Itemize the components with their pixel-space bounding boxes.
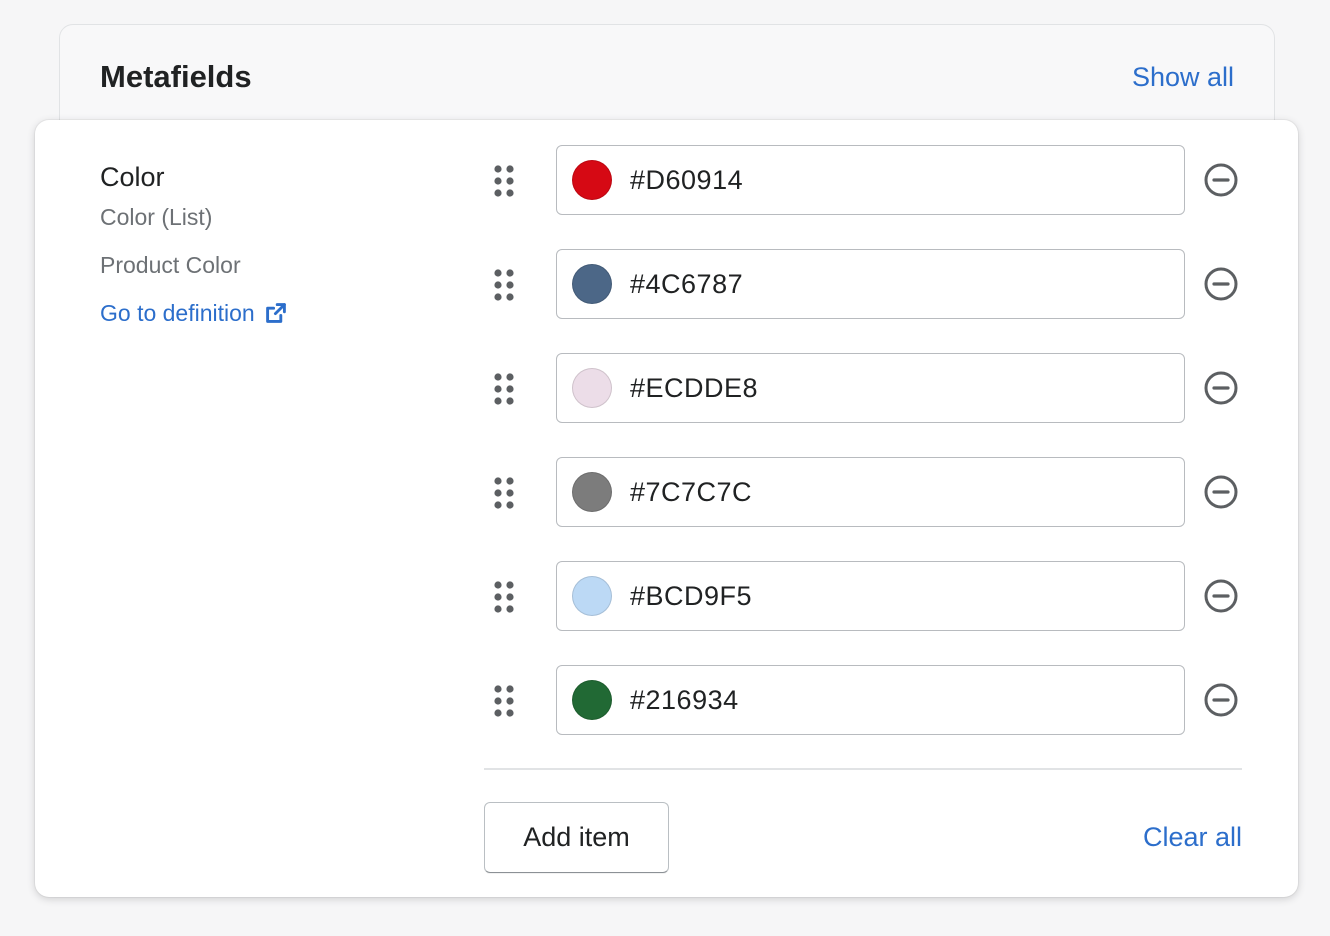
minus-circle-icon[interactable]: [1203, 162, 1239, 198]
color-list-item: #D60914: [484, 145, 1254, 217]
go-to-definition-label: Go to definition: [100, 300, 255, 326]
color-swatch[interactable]: [572, 264, 612, 304]
drag-handle-icon[interactable]: [492, 476, 516, 510]
drag-handle-icon[interactable]: [492, 268, 516, 302]
drag-handle-icon[interactable]: [492, 372, 516, 406]
minus-circle-icon[interactable]: [1203, 578, 1239, 614]
color-value-field[interactable]: #216934: [556, 665, 1185, 735]
color-swatch[interactable]: [572, 576, 612, 616]
minus-circle-icon[interactable]: [1203, 266, 1239, 302]
color-value-field[interactable]: #D60914: [556, 145, 1185, 215]
color-hex-value: #216934: [630, 684, 739, 715]
drag-handle-icon[interactable]: [492, 164, 516, 198]
color-value-field[interactable]: #7C7C7C: [556, 457, 1185, 527]
show-all-link[interactable]: Show all: [1132, 60, 1234, 94]
color-swatch[interactable]: [572, 160, 612, 200]
color-list-item: #7C7C7C: [484, 457, 1254, 529]
color-hex-value: #D60914: [630, 164, 744, 195]
minus-circle-icon[interactable]: [1203, 370, 1239, 406]
minus-circle-icon[interactable]: [1203, 682, 1239, 718]
external-link-icon: [265, 303, 286, 323]
color-swatch[interactable]: [572, 680, 612, 720]
field-name: Color: [100, 162, 165, 192]
color-list-item: #4C6787: [484, 249, 1254, 321]
minus-circle-icon[interactable]: [1203, 474, 1239, 510]
color-hex-value: #7C7C7C: [630, 476, 753, 507]
add-item-button[interactable]: Add item: [484, 802, 669, 873]
color-swatch[interactable]: [572, 472, 612, 512]
field-description: Product Color: [100, 252, 241, 278]
color-list-item: #216934: [484, 665, 1254, 737]
color-list-item: #BCD9F5: [484, 561, 1254, 633]
color-value-field[interactable]: #4C6787: [556, 249, 1185, 319]
color-list-item: #ECDDE8: [484, 353, 1254, 425]
drag-handle-icon[interactable]: [492, 580, 516, 614]
color-value-field[interactable]: #BCD9F5: [556, 561, 1185, 631]
color-swatch[interactable]: [572, 368, 612, 408]
color-hex-value: #ECDDE8: [630, 372, 759, 403]
clear-all-link[interactable]: Clear all: [1143, 820, 1242, 854]
field-type: Color (List): [100, 204, 213, 230]
color-value-field[interactable]: #ECDDE8: [556, 353, 1185, 423]
color-hex-value: #BCD9F5: [630, 580, 753, 611]
go-to-definition-link[interactable]: Go to definition: [100, 298, 288, 328]
drag-handle-icon[interactable]: [492, 684, 516, 718]
card-title: Metafields: [100, 59, 252, 94]
color-hex-value: #4C6787: [630, 268, 744, 299]
list-divider: [484, 768, 1242, 770]
metafield-editor-popover: Color Color (List) Product Color Go to d…: [35, 120, 1298, 897]
